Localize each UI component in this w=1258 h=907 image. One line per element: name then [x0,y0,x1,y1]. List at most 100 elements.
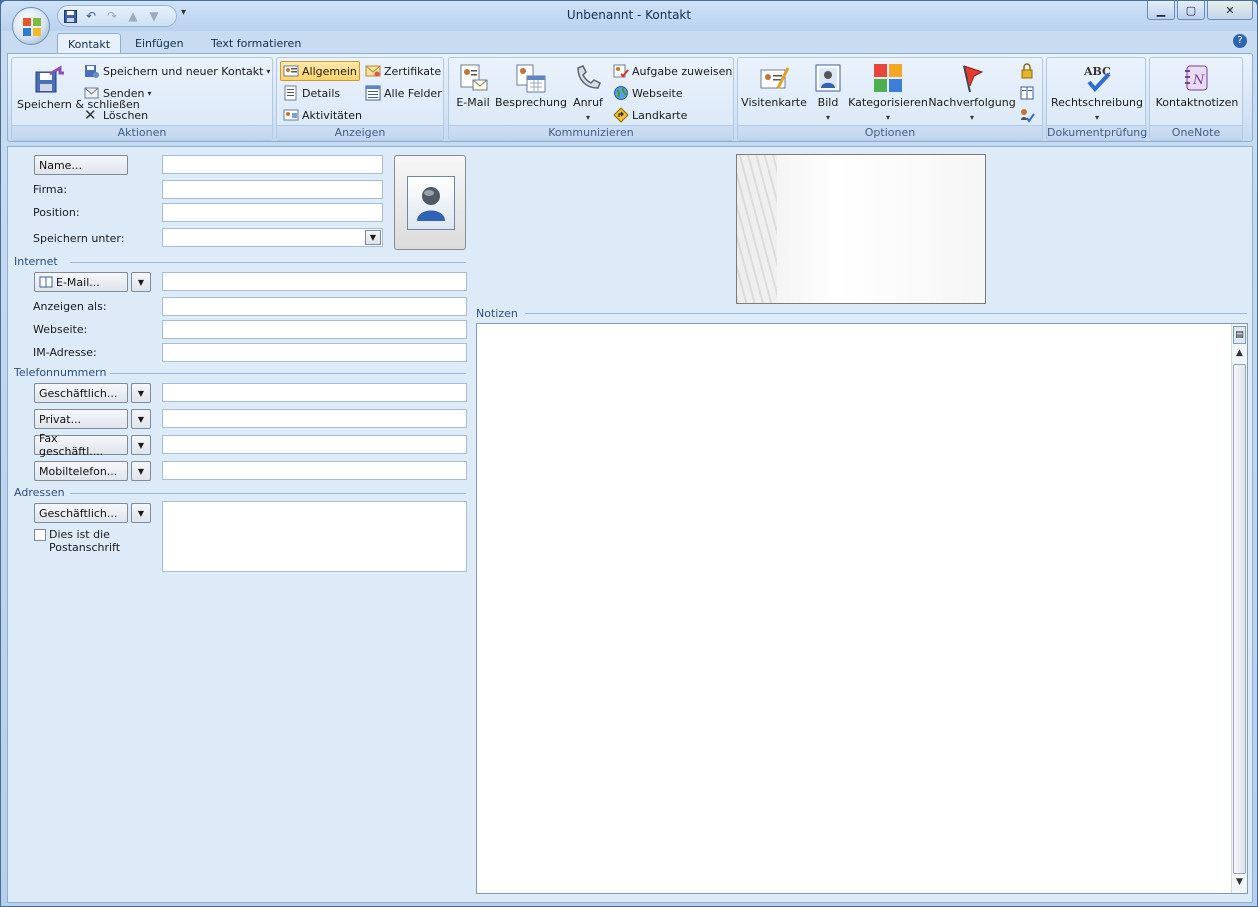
next-item-icon[interactable]: ▼ [146,8,162,24]
office-button[interactable] [12,7,50,45]
save-new-icon [85,65,99,78]
anzeigen-als-field[interactable] [162,297,467,316]
mobile-phone-button[interactable]: Mobiltelefon... [34,461,128,481]
phone-business-dropdown[interactable]: ▼ [131,383,151,403]
help-icon[interactable]: ? [1233,34,1247,48]
group-label-optionen: Optionen [738,125,1042,140]
address-book-button[interactable] [1019,85,1035,101]
phone-business-label: Geschäftlich... [39,386,118,400]
allgemein-label: Allgemein [302,64,357,78]
address-type-dropdown[interactable]: ▼ [131,503,151,523]
landkarte-button[interactable]: Landkarte [613,107,687,123]
name-button-label: Name... [39,158,82,172]
onenote-icon: N [1185,65,1208,91]
allgemein-button[interactable]: Allgemein [280,61,360,81]
activities-icon [283,109,299,121]
notes-textarea[interactable]: ▤ ▲ ▼ [476,323,1248,894]
notes-scrollbar[interactable]: ▤ ▲ ▼ [1231,324,1247,893]
phone-business-button[interactable]: Geschäftlich... [34,383,128,403]
check-names-button[interactable] [1019,107,1035,123]
alle-felder-button[interactable]: Alle Felder [365,85,442,101]
mobile-phone-field[interactable] [162,461,467,480]
phone-business-field[interactable] [162,383,467,402]
redo-icon[interactable]: ↷ [104,8,120,24]
webseite-label: Webseite: [33,323,88,336]
rechtschreibung-button[interactable]: ABC Rechtschreibung ▾ [1051,62,1143,124]
tab-einfuegen[interactable]: Einfügen [125,33,194,54]
phone-private-button[interactable]: Privat... [34,409,128,429]
firma-field[interactable] [162,180,383,199]
delete-icon: ✕ [84,106,97,124]
contact-picture-button[interactable] [394,155,466,250]
visitenkarte-button[interactable]: Visitenkarte [741,62,807,109]
mobile-phone-label: Mobiltelefon... [39,464,118,478]
postanschrift-checkbox[interactable] [34,529,46,541]
position-field[interactable] [162,203,383,222]
chevron-down-icon[interactable]: ▼ [365,230,381,245]
maximize-button[interactable]: ▢ [1177,1,1205,20]
webseite-field[interactable] [162,320,467,339]
fax-business-field[interactable] [162,435,467,454]
bild-button[interactable]: Bild ▾ [814,62,842,124]
telefon-divider [110,373,466,374]
webseite-ribbon-button[interactable]: Webseite [613,85,683,101]
scroll-down-icon[interactable]: ▼ [1233,877,1246,891]
details-button[interactable]: Details [283,85,340,101]
address-textarea[interactable] [162,501,467,572]
email-button[interactable]: E-Mail... [34,272,128,292]
undo-icon[interactable]: ↶ [83,8,99,24]
group-label-kommunizieren: Kommunizieren [449,125,733,140]
close-button[interactable]: ✕ [1207,1,1253,20]
group-optionen: Visitenkarte Bild ▾ Kategorisieren ▾ Nac… [737,57,1043,141]
im-adresse-field[interactable] [162,343,467,362]
tab-text-formatieren[interactable]: Text formatieren [201,33,311,54]
anruf-button[interactable]: Anruf ▾ [571,62,605,124]
meeting-icon [516,64,546,93]
aktivitaeten-button[interactable]: Aktivitäten [283,107,362,123]
group-anzeigen: Allgemein Details Aktivitäten Zertifikat… [276,57,444,141]
private-button[interactable] [1019,63,1035,79]
scroll-up-icon[interactable]: ▲ [1233,348,1246,362]
ribbon-tabs: Kontakt Einfügen Text formatieren ? [1,31,1257,54]
delete-button[interactable]: ✕ Löschen [84,107,148,123]
customize-qat-icon[interactable]: ▾ [181,7,186,18]
email-ribbon-button[interactable]: E-Mail [455,62,491,109]
address-business-button[interactable]: Geschäftlich... [34,503,128,523]
save-icon[interactable] [62,8,78,24]
chevron-down-icon: ▾ [825,113,830,122]
notizen-divider [525,313,1247,314]
besprechung-button[interactable]: Besprechung [495,62,567,109]
group-label-onenote: OneNote [1150,125,1242,140]
fax-business-button[interactable]: Fax geschäftl.... [34,432,128,458]
card-decor-band [737,155,777,303]
name-field[interactable] [162,155,383,174]
send-button[interactable]: Senden ▾ [84,85,151,101]
im-adresse-label: IM-Adresse: [33,346,97,359]
minimize-button[interactable]: ▁ [1147,1,1175,20]
kontaktnotizen-button[interactable]: N Kontaktnotizen [1154,62,1240,109]
aufgabe-zuweisen-button[interactable]: Aufgabe zuweisen [613,63,732,79]
name-button[interactable]: Name... [34,155,128,175]
tab-kontakt[interactable]: Kontakt [57,33,122,54]
bild-label: Bild [817,96,839,109]
kategorisieren-button[interactable]: Kategorisieren ▾ [848,62,928,124]
contact-form: Name... Firma: Position: Speichern unter… [7,146,1253,903]
email-field[interactable] [162,272,467,291]
assign-task-icon [613,64,629,78]
fax-business-dropdown[interactable]: ▼ [131,435,151,455]
zertifikate-button[interactable]: Zertifikate [365,63,441,79]
save-new-label: Speichern und neuer Kontakt [103,64,264,78]
scroll-thumb[interactable] [1233,364,1246,874]
mobile-phone-dropdown[interactable]: ▼ [131,461,151,481]
speichern-unter-select[interactable]: ▼ [162,228,383,247]
email-type-dropdown[interactable]: ▼ [131,272,151,292]
nachverfolgung-button[interactable]: Nachverfolgung ▾ [928,62,1016,124]
phone-private-field[interactable] [162,409,467,428]
save-close-button[interactable]: Speichern & schließen [17,64,140,111]
phone-private-dropdown[interactable]: ▼ [131,409,151,429]
split-view-icon[interactable]: ▤ [1233,326,1246,344]
previous-item-icon[interactable]: ▲ [125,8,141,24]
adressen-header: Adressen [14,486,65,499]
save-new-button[interactable]: Speichern und neuer Kontakt ▾ [84,63,270,79]
visitenkarte-label: Visitenkarte [741,96,807,109]
